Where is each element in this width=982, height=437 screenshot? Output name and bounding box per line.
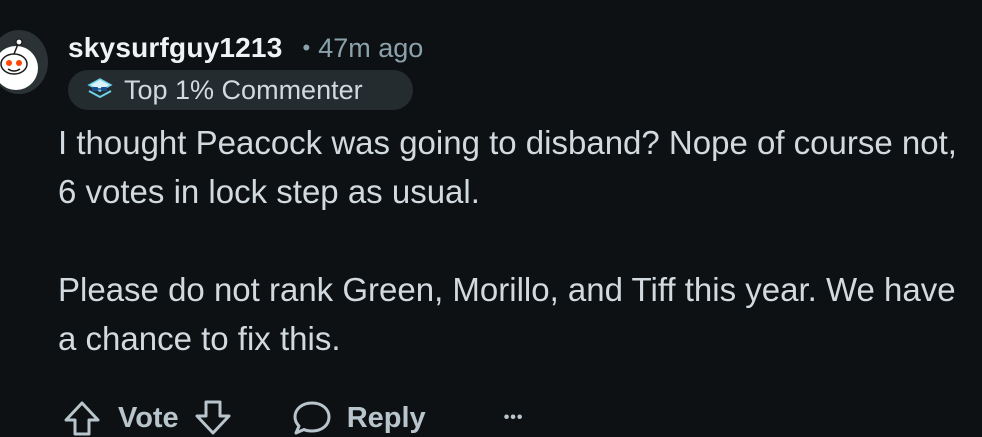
username[interactable]: skysurfguy1213 bbox=[68, 32, 282, 64]
more-options-button[interactable]: ••• bbox=[504, 409, 524, 427]
snoo-avatar-icon bbox=[0, 38, 38, 90]
upvote-arrow-icon[interactable] bbox=[60, 398, 104, 437]
commenter-badge-icon bbox=[86, 77, 114, 103]
comment-action-bar: Vote Reply ••• bbox=[60, 393, 524, 437]
comment-paragraph: I thought Peacock was going to disband? … bbox=[58, 124, 957, 210]
timestamp[interactable]: 47m ago bbox=[318, 33, 423, 64]
downvote-arrow-icon[interactable] bbox=[191, 398, 235, 437]
vote-count: Vote bbox=[118, 401, 179, 434]
reply-button[interactable]: Reply bbox=[291, 398, 426, 437]
avatar[interactable] bbox=[0, 30, 48, 94]
flair-label: Top 1% Commenter bbox=[124, 74, 363, 105]
speech-bubble-icon bbox=[291, 398, 333, 437]
meta-separator: • bbox=[302, 35, 311, 60]
reply-label: Reply bbox=[346, 401, 426, 434]
comment-paragraph: Please do not rank Green, Morillo, and T… bbox=[58, 271, 956, 357]
comment-body: I thought Peacock was going to disband? … bbox=[58, 118, 973, 363]
comment-header: skysurfguy1213 • 47m ago bbox=[68, 30, 423, 66]
user-flair-badge: Top 1% Commenter bbox=[68, 70, 413, 110]
